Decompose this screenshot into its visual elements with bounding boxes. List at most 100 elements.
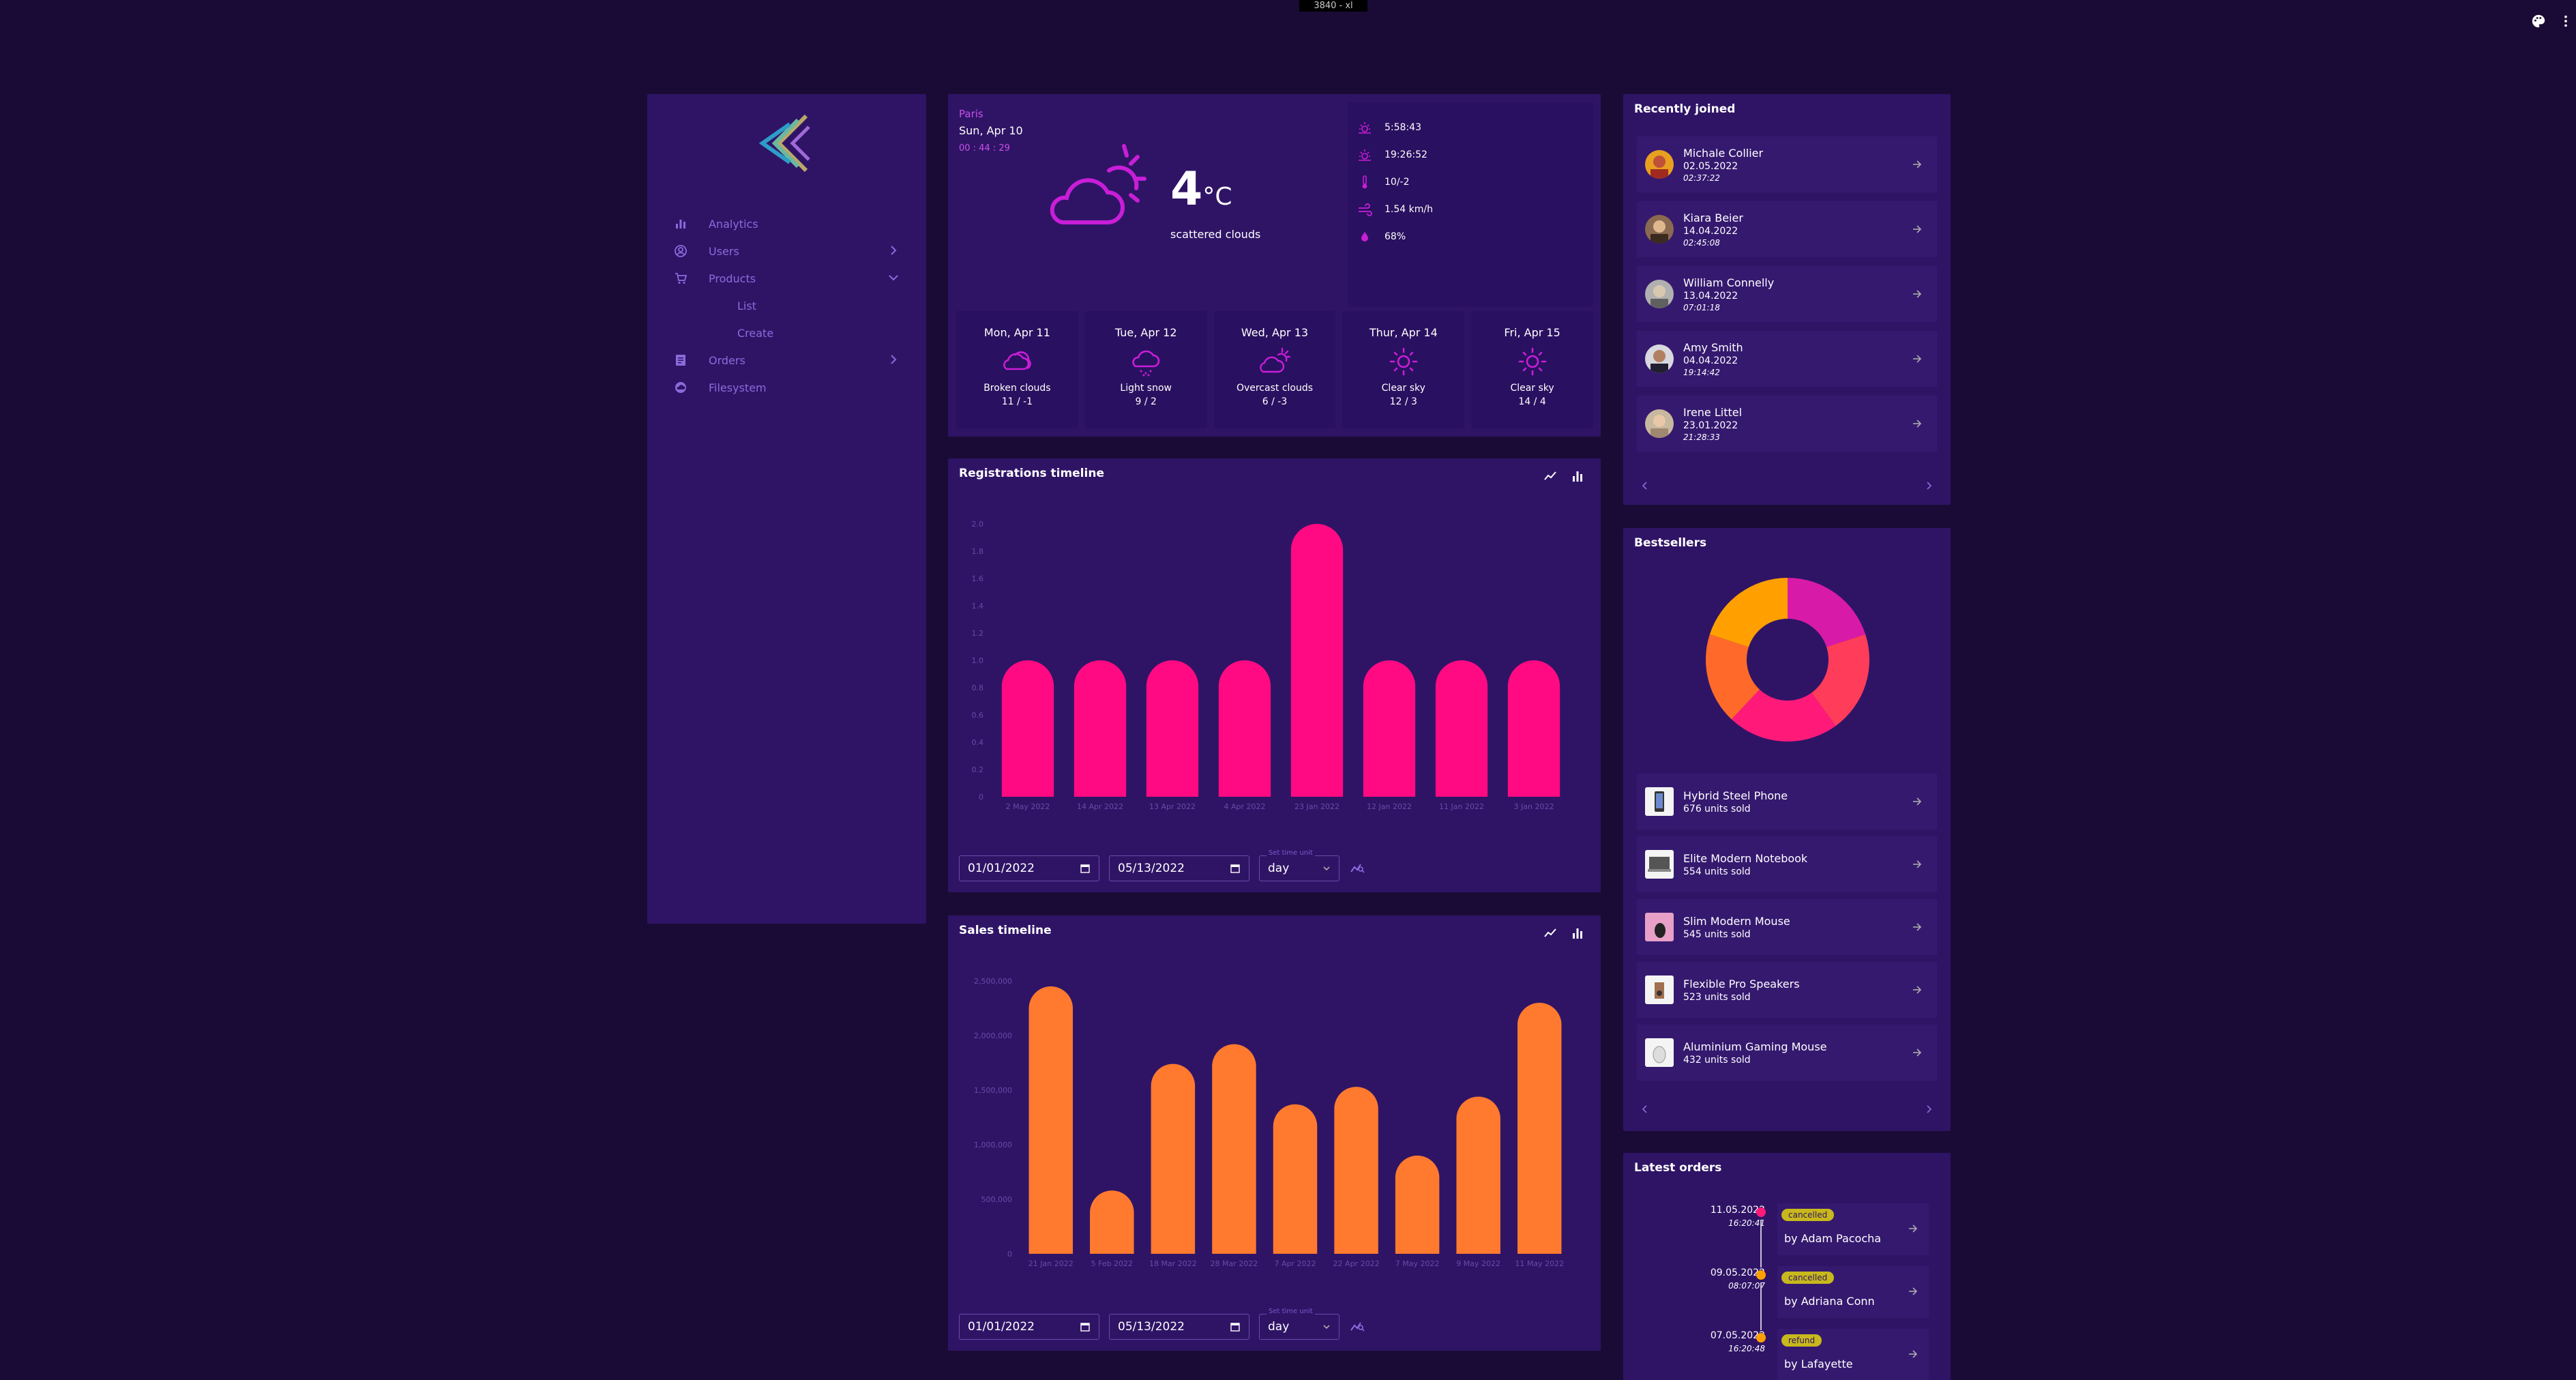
- to-date-input[interactable]: 05/13/2022: [1109, 855, 1249, 881]
- bar[interactable]: [1363, 660, 1416, 797]
- order-card[interactable]: cancelled by Adriana Conn: [1777, 1266, 1929, 1318]
- bestsellers-panel: Bestsellers Hybrid Steel Phone 676 units…: [1623, 528, 1951, 1131]
- product-sold: 523 units sold: [1683, 991, 1751, 1003]
- sidebar-item-products[interactable]: Products: [673, 265, 905, 292]
- user-row[interactable]: Michale Collier 02.05.2022 02:37:22: [1637, 136, 1937, 192]
- bar[interactable]: [1212, 1044, 1256, 1254]
- product-row[interactable]: Flexible Pro Speakers 523 units sold: [1637, 962, 1937, 1018]
- arrow-right-icon[interactable]: [1911, 984, 1923, 996]
- from-date-input[interactable]: 01/01/2022: [959, 855, 1099, 881]
- forecast-temp: 11 / -1: [1001, 396, 1033, 407]
- registrations-chart-panel: Registrations timeline 2.0 1.8 1.6 1.4 1.2 1.…: [948, 458, 1601, 892]
- panel-title: Sales timeline: [959, 924, 1052, 937]
- bar[interactable]: [1218, 660, 1271, 797]
- user-row[interactable]: William Connelly 13.04.2022 07:01:18: [1637, 266, 1937, 322]
- arrow-right-icon[interactable]: [1911, 795, 1923, 808]
- time-unit-select[interactable]: Set time unit day: [1259, 849, 1339, 881]
- arrow-right-icon[interactable]: [1911, 223, 1923, 235]
- x-tick-label: 2 May 2022: [1006, 802, 1050, 811]
- arrow-right-icon[interactable]: [1911, 858, 1923, 870]
- palette-icon[interactable]: [2531, 14, 2546, 31]
- y-tick-label: 0.2: [972, 765, 984, 774]
- chevron-down-icon: [1323, 1325, 1330, 1330]
- user-date: 23.01.2022: [1683, 420, 1738, 431]
- top-right-toolbar: [2531, 14, 2576, 31]
- logo[interactable]: [758, 113, 816, 173]
- arrow-right-icon[interactable]: [1907, 1348, 1919, 1360]
- product-row[interactable]: Slim Modern Mouse 545 units sold: [1637, 899, 1937, 955]
- bar[interactable]: [1507, 660, 1560, 797]
- sales-chart-panel: Sales timeline 2,500,000 2,000,000 1,500,0…: [948, 915, 1601, 1351]
- query-stats-icon[interactable]: [1349, 1317, 1365, 1336]
- chevron-right-icon[interactable]: [1923, 1104, 1934, 1115]
- order-card[interactable]: cancelled by Adam Pacocha: [1777, 1203, 1929, 1255]
- bar[interactable]: [1090, 1190, 1134, 1254]
- order-card[interactable]: refund by Lafayette: [1777, 1329, 1929, 1380]
- bar[interactable]: [1146, 660, 1199, 797]
- query-stats-icon[interactable]: [1349, 859, 1365, 878]
- product-row[interactable]: Hybrid Steel Phone 676 units sold: [1637, 774, 1937, 830]
- sidebar: Analytics Users Products List Create Ord…: [647, 94, 926, 924]
- line-chart-icon[interactable]: [1543, 926, 1557, 940]
- bar[interactable]: [1435, 660, 1488, 797]
- sidebar-subitem-create[interactable]: Create: [673, 319, 905, 347]
- bar[interactable]: [1456, 1096, 1500, 1254]
- product-info: Hybrid Steel Phone 676 units sold: [1683, 789, 1911, 814]
- more-vert-icon[interactable]: [2558, 14, 2573, 31]
- bar[interactable]: [1273, 1104, 1318, 1254]
- forecast-row: Mon, Apr 11 Broken clouds 11 / -1 Tue, A…: [956, 311, 1593, 428]
- user-info: Kiara Beier 14.04.2022 02:45:08: [1683, 211, 1911, 248]
- sidebar-item-filesystem[interactable]: Filesystem: [673, 374, 905, 401]
- arrow-right-icon[interactable]: [1911, 158, 1923, 171]
- calendar-icon[interactable]: [1080, 863, 1091, 874]
- user-info: William Connelly 13.04.2022 07:01:18: [1683, 276, 1911, 312]
- y-tick-label: 1.6: [972, 574, 984, 583]
- bar[interactable]: [1334, 1087, 1378, 1254]
- line-chart-icon[interactable]: [1543, 469, 1557, 483]
- arrow-right-icon[interactable]: [1911, 353, 1923, 365]
- user-row[interactable]: Kiara Beier 14.04.2022 02:45:08: [1637, 201, 1937, 257]
- product-row[interactable]: Aluminium Gaming Mouse 432 units sold: [1637, 1025, 1937, 1081]
- bar[interactable]: [1517, 1003, 1562, 1254]
- bar[interactable]: [1395, 1156, 1440, 1254]
- bar[interactable]: [1001, 660, 1054, 797]
- status-badge: cancelled: [1781, 1209, 1835, 1221]
- from-date-value: 01/01/2022: [968, 1320, 1035, 1334]
- product-sold: 554 units sold: [1683, 866, 1751, 877]
- arrow-right-icon[interactable]: [1911, 288, 1923, 300]
- from-date-input[interactable]: 01/01/2022: [959, 1314, 1099, 1340]
- donut-slice[interactable]: [1709, 578, 1788, 647]
- user-row[interactable]: Amy Smith 04.04.2022 19:14:42: [1637, 331, 1937, 387]
- arrow-right-icon[interactable]: [1907, 1222, 1919, 1235]
- time-unit-select[interactable]: Set time unit day: [1259, 1308, 1339, 1340]
- sun-icon: [1389, 347, 1418, 376]
- arrow-right-icon[interactable]: [1911, 921, 1923, 933]
- calendar-icon[interactable]: [1230, 1321, 1241, 1332]
- bar[interactable]: [1290, 524, 1344, 797]
- donut-slice[interactable]: [1788, 578, 1866, 647]
- calendar-icon[interactable]: [1080, 1321, 1091, 1332]
- bar-chart-icon[interactable]: [1571, 926, 1584, 940]
- sidebar-item-users[interactable]: Users: [673, 237, 905, 265]
- chevron-left-icon[interactable]: [1640, 1104, 1650, 1115]
- timeline-dot: [1756, 1333, 1766, 1342]
- user-time: 02:45:08: [1683, 237, 1720, 248]
- calendar-icon[interactable]: [1230, 863, 1241, 874]
- arrow-right-icon[interactable]: [1911, 1046, 1923, 1059]
- sidebar-item-orders[interactable]: Orders: [673, 347, 905, 374]
- to-date-input[interactable]: 05/13/2022: [1109, 1314, 1249, 1340]
- bar[interactable]: [1074, 660, 1127, 797]
- chevron-right-icon[interactable]: [1923, 480, 1934, 491]
- arrow-right-icon[interactable]: [1907, 1285, 1919, 1297]
- bar[interactable]: [1028, 986, 1074, 1254]
- sidebar-item-analytics[interactable]: Analytics: [673, 210, 905, 237]
- product-row[interactable]: Elite Modern Notebook 554 units sold: [1637, 836, 1937, 892]
- forecast-temp: 14 / 4: [1518, 396, 1546, 407]
- user-info: Irene Littel 23.01.2022 21:28:33: [1683, 406, 1911, 442]
- chevron-left-icon[interactable]: [1640, 480, 1650, 491]
- sidebar-subitem-list[interactable]: List: [673, 292, 905, 319]
- arrow-right-icon[interactable]: [1911, 417, 1923, 430]
- bar[interactable]: [1151, 1063, 1196, 1254]
- user-row[interactable]: Irene Littel 23.01.2022 21:28:33: [1637, 396, 1937, 452]
- bar-chart-icon[interactable]: [1571, 469, 1584, 483]
